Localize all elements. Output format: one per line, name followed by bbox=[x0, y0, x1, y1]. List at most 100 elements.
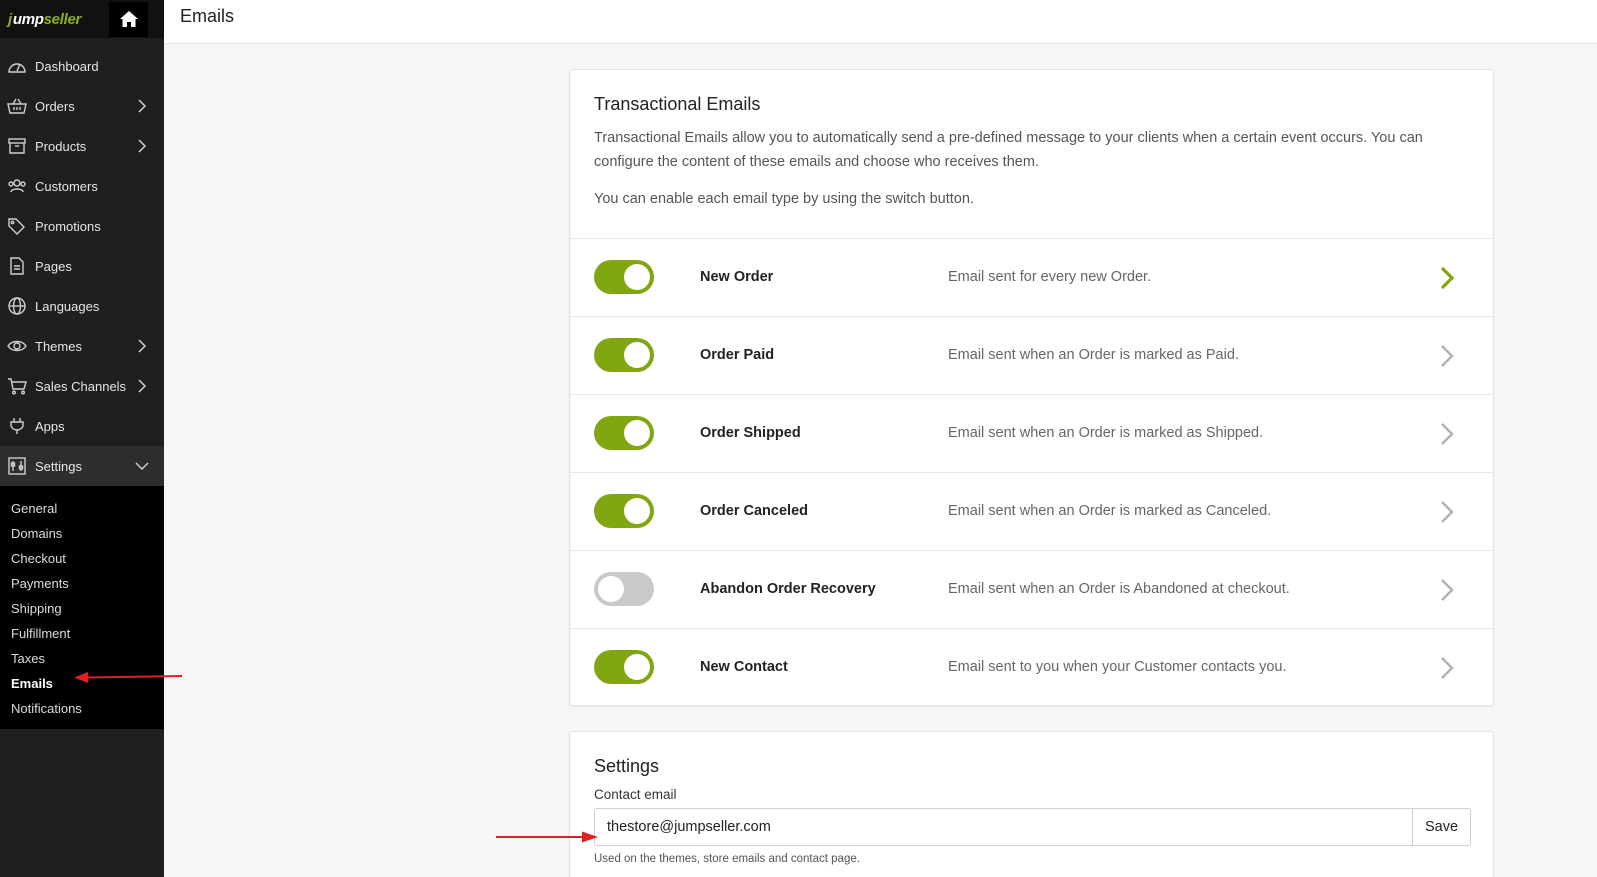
sidebar-item-label: Sales Channels bbox=[35, 378, 127, 394]
email-type-description: Email sent when an Order is marked as Sh… bbox=[948, 425, 1264, 441]
chevron-right-icon[interactable] bbox=[1437, 421, 1457, 447]
sidebar-item-settings[interactable]: Settings bbox=[0, 446, 164, 486]
enable-toggle[interactable] bbox=[594, 494, 654, 528]
save-button[interactable]: Save bbox=[1412, 808, 1471, 846]
sidebar-item-label: Customers bbox=[35, 178, 98, 194]
enable-toggle[interactable] bbox=[594, 650, 654, 684]
sidebar-item-orders[interactable]: Orders bbox=[0, 86, 164, 126]
email-row-new-contact[interactable]: New Contact Email sent to you when your C… bbox=[570, 629, 1493, 707]
email-row-abandon-order-recovery[interactable]: Abandon Order Recovery Email sent when an… bbox=[570, 551, 1493, 629]
chevron-right-icon bbox=[134, 138, 150, 154]
settings-subitem-taxes[interactable]: Taxes bbox=[0, 646, 164, 671]
chevron-right-icon bbox=[134, 378, 150, 394]
plug-icon bbox=[6, 416, 28, 436]
chevron-right-icon[interactable] bbox=[1437, 577, 1457, 603]
settings-subnav: General Domains Checkout Payments Shipping Fu… bbox=[0, 486, 164, 729]
toggle-knob bbox=[624, 498, 650, 524]
contact-email-group: Save bbox=[594, 808, 1471, 846]
basket-icon bbox=[6, 96, 28, 116]
settings-subitem-general[interactable]: General bbox=[0, 496, 164, 521]
box-icon bbox=[6, 136, 28, 156]
email-type-description: Email sent to you when your Customer con… bbox=[948, 659, 1287, 675]
settings-subitem-shipping[interactable]: Shipping bbox=[0, 596, 164, 621]
transactional-emails-card: Transactional Emails Transactional Email… bbox=[569, 69, 1494, 706]
email-row-new-order[interactable]: New Order Email sent for every new Order. bbox=[570, 239, 1493, 317]
sidebar-item-sales-channels[interactable]: Sales Channels bbox=[0, 366, 164, 406]
settings-subitem-payments[interactable]: Payments bbox=[0, 571, 164, 596]
chevron-right-icon[interactable] bbox=[1437, 655, 1457, 681]
settings-subitem-checkout[interactable]: Checkout bbox=[0, 546, 164, 571]
sidebar-item-products[interactable]: Products bbox=[0, 126, 164, 166]
toggle-knob bbox=[598, 576, 624, 602]
contact-email-label: Contact email bbox=[594, 787, 677, 802]
cart-icon bbox=[6, 376, 28, 396]
email-type-name: New Order bbox=[700, 269, 774, 285]
settings-title: Settings bbox=[594, 756, 660, 776]
email-type-description: Email sent when an Order is Abandoned at… bbox=[948, 581, 1290, 597]
toggle-knob bbox=[624, 264, 650, 290]
sidebar-item-customers[interactable]: Customers bbox=[0, 166, 164, 206]
email-type-name: Order Paid bbox=[700, 347, 775, 363]
page-icon bbox=[6, 256, 28, 276]
home-icon bbox=[119, 11, 138, 27]
sidebar: j ump seller Dashboard Orders Products Custom… bbox=[0, 0, 164, 877]
sidebar-item-themes[interactable]: Themes bbox=[0, 326, 164, 366]
annotation-arrow-emails bbox=[74, 672, 183, 683]
home-button[interactable] bbox=[109, 1, 148, 37]
eye-icon bbox=[6, 336, 28, 356]
sidebar-item-languages[interactable]: Languages bbox=[0, 286, 164, 326]
toggle-knob bbox=[624, 654, 650, 680]
globe-icon bbox=[6, 296, 28, 316]
sidebar-item-label: Settings bbox=[35, 458, 82, 474]
sidebar-item-label: Apps bbox=[35, 418, 65, 434]
sidebar-item-label: Orders bbox=[35, 98, 75, 114]
sidebar-item-label: Pages bbox=[35, 258, 72, 274]
settings-subitem-domains[interactable]: Domains bbox=[0, 521, 164, 546]
email-type-description: Email sent when an Order is marked as Pa… bbox=[948, 347, 1239, 363]
sidebar-item-label: Languages bbox=[35, 298, 100, 314]
email-type-description: Email sent when an Order is marked as Ca… bbox=[948, 503, 1272, 519]
toggle-knob bbox=[624, 342, 650, 368]
email-row-order-paid[interactable]: Order Paid Email sent when an Order is ma… bbox=[570, 317, 1493, 395]
chevron-right-icon bbox=[134, 98, 150, 114]
card-title: Transactional Emails bbox=[594, 94, 761, 114]
email-type-description: Email sent for every new Order. bbox=[948, 269, 1152, 285]
enable-toggle[interactable] bbox=[594, 260, 654, 294]
enable-toggle[interactable] bbox=[594, 338, 654, 372]
logo-bar: j ump seller bbox=[0, 0, 164, 38]
email-type-list: New Order Email sent for every new Order.… bbox=[570, 238, 1493, 707]
enable-toggle[interactable] bbox=[594, 416, 654, 450]
settings-card: Settings Contact email Save Used on the … bbox=[569, 731, 1494, 877]
sidebar-item-apps[interactable]: Apps bbox=[0, 406, 164, 446]
chevron-right-icon bbox=[134, 338, 150, 354]
email-type-name: Abandon Order Recovery bbox=[700, 581, 876, 597]
card-hint: You can enable each email type by using … bbox=[594, 191, 974, 207]
sidebar-item-label: Products bbox=[35, 138, 87, 154]
users-icon bbox=[6, 176, 28, 196]
tags-icon bbox=[6, 216, 28, 236]
card-description: Transactional Emails allow you to automa… bbox=[594, 130, 1423, 170]
chevron-right-icon[interactable] bbox=[1437, 499, 1457, 525]
page-title: Emails bbox=[180, 6, 235, 26]
annotation-arrow-contact-email bbox=[496, 831, 598, 843]
jumpseller-logo[interactable]: j ump seller bbox=[0, 2, 109, 37]
chevron-right-icon[interactable] bbox=[1437, 343, 1457, 369]
email-row-order-shipped[interactable]: Order Shipped Email sent when an Order is… bbox=[570, 395, 1493, 473]
sidebar-item-pages[interactable]: Pages bbox=[0, 246, 164, 286]
email-type-name: Order Shipped bbox=[700, 425, 801, 441]
contact-email-help: Used on the themes, store emails and con… bbox=[594, 853, 860, 865]
sidebar-item-promotions[interactable]: Promotions bbox=[0, 206, 164, 246]
chevron-right-icon[interactable] bbox=[1437, 265, 1457, 291]
settings-subitem-fulfillment[interactable]: Fulfillment bbox=[0, 621, 164, 646]
email-type-name: Order Canceled bbox=[700, 503, 808, 519]
sidebar-item-dashboard[interactable]: Dashboard bbox=[0, 46, 164, 86]
chevron-down-icon bbox=[134, 458, 150, 474]
enable-toggle[interactable] bbox=[594, 572, 654, 606]
contact-email-input[interactable] bbox=[594, 808, 1412, 846]
main-nav: Dashboard Orders Products Customers Promotio… bbox=[0, 46, 164, 486]
sidebar-item-label: Dashboard bbox=[35, 58, 99, 74]
toggle-knob bbox=[624, 420, 650, 446]
speedometer-icon bbox=[6, 56, 28, 76]
settings-subitem-notifications[interactable]: Notifications bbox=[0, 696, 164, 721]
email-row-order-canceled[interactable]: Order Canceled Email sent when an Order i… bbox=[570, 473, 1493, 551]
